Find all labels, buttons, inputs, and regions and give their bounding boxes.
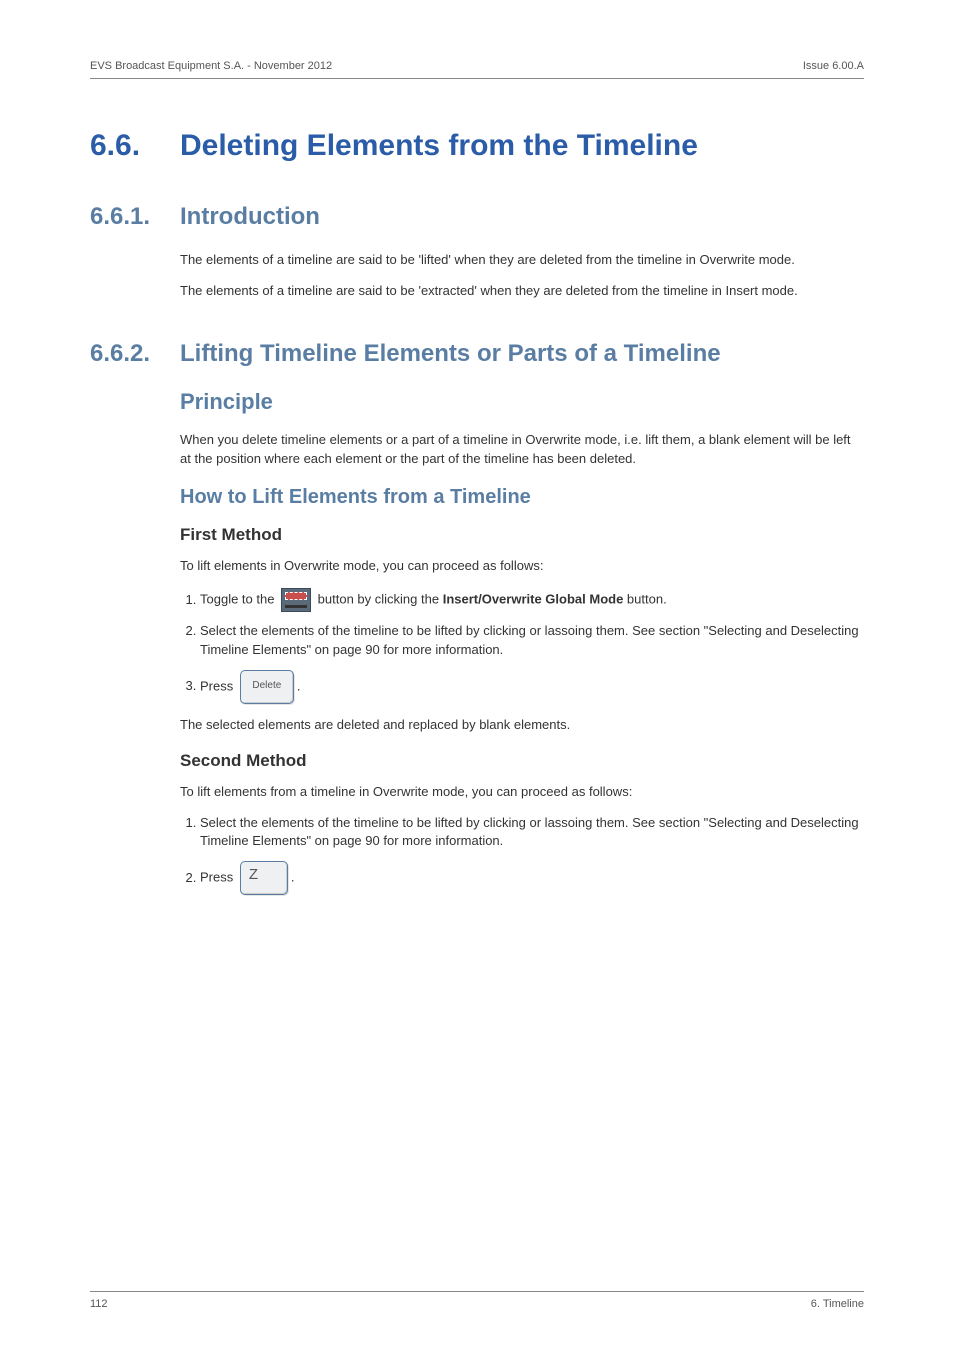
heading-6-6: 6.6.Deleting Elements from the Timeline	[90, 129, 864, 163]
overwrite-mode-icon	[281, 588, 311, 612]
second-method-steps: Select the elements of the timeline to b…	[180, 814, 864, 896]
principle-heading: Principle	[180, 389, 864, 415]
header-right: Issue 6.00.A	[803, 60, 864, 72]
heading-6-6-2: 6.6.2.Lifting Timeline Elements or Parts…	[90, 339, 864, 369]
footer-page-number: 112	[90, 1298, 108, 1310]
footer-section: 6. Timeline	[811, 1298, 864, 1310]
intro-content: The elements of a timeline are said to b…	[180, 251, 864, 301]
first-method-intro: To lift elements in Overwrite mode, you …	[180, 557, 864, 576]
lifting-content: Principle When you delete timeline eleme…	[180, 389, 864, 896]
step1-suffix: button.	[623, 592, 666, 607]
step1-prefix: Toggle to the	[200, 592, 278, 607]
heading-number: 6.6.	[90, 129, 180, 163]
heading-number: 6.6.1.	[90, 203, 180, 231]
step3-suffix: .	[297, 678, 301, 693]
step2-prefix: Press	[200, 870, 237, 885]
section-6-6-1: 6.6.1.Introduction The elements of a tim…	[90, 203, 864, 301]
second-method-step-1: Select the elements of the timeline to b…	[200, 814, 864, 852]
first-method-result: The selected elements are deleted and re…	[180, 716, 864, 735]
second-method-heading: Second Method	[180, 751, 864, 771]
step1-mid: button by clicking the	[314, 592, 443, 607]
second-method-intro: To lift elements from a timeline in Over…	[180, 783, 864, 802]
first-method-step-1: Toggle to the button by clicking the Ins…	[200, 588, 864, 612]
section-6-6: 6.6.Deleting Elements from the Timeline	[90, 129, 864, 163]
section-6-6-2: 6.6.2.Lifting Timeline Elements or Parts…	[90, 339, 864, 896]
first-method-step-3: Press Delete.	[200, 670, 864, 704]
step2-suffix: .	[291, 870, 295, 885]
heading-title: Lifting Timeline Elements or Parts of a …	[180, 340, 721, 367]
howto-heading: How to Lift Elements from a Timeline	[180, 486, 864, 509]
second-method-step-2: Press Z.	[200, 861, 864, 895]
principle-text: When you delete timeline elements or a p…	[180, 431, 864, 469]
first-method-heading: First Method	[180, 525, 864, 545]
heading-number: 6.6.2.	[90, 339, 180, 369]
heading-title: Deleting Elements from the Timeline	[180, 129, 698, 162]
page-header: EVS Broadcast Equipment S.A. - November …	[90, 60, 864, 79]
heading-6-6-1: 6.6.1.Introduction	[90, 203, 864, 231]
step1-bold: Insert/Overwrite Global Mode	[443, 592, 624, 607]
page: EVS Broadcast Equipment S.A. - November …	[0, 0, 954, 1350]
heading-title: Introduction	[180, 203, 320, 230]
z-key-icon: Z	[240, 861, 288, 895]
step3-prefix: Press	[200, 678, 237, 693]
intro-p2: The elements of a timeline are said to b…	[180, 282, 864, 301]
first-method-step-2: Select the elements of the timeline to b…	[200, 622, 864, 660]
header-left: EVS Broadcast Equipment S.A. - November …	[90, 60, 332, 72]
page-footer: 112 6. Timeline	[90, 1291, 864, 1310]
first-method-steps: Toggle to the button by clicking the Ins…	[180, 588, 864, 704]
delete-key-icon: Delete	[240, 670, 294, 704]
intro-p1: The elements of a timeline are said to b…	[180, 251, 864, 270]
